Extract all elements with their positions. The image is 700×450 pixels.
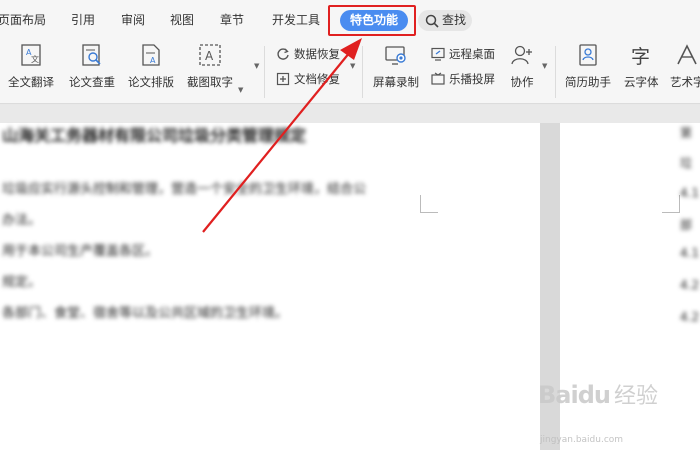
watermark-text: 经验 xyxy=(613,384,658,409)
baidu-logo-icon: Baidu xyxy=(538,381,611,409)
baidu-watermark: Baidu 经验 xyxy=(538,378,658,410)
watermark-url: jingyan.baidu.com xyxy=(540,435,624,445)
